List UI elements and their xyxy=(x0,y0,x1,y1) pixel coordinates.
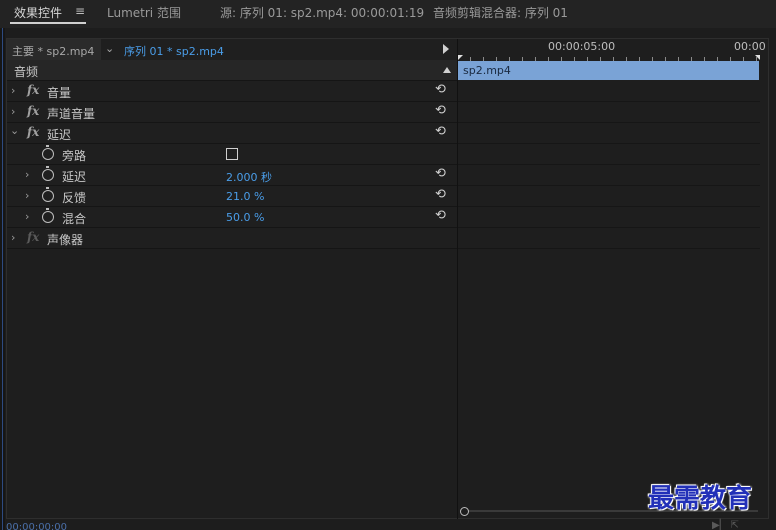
watermark-logo: 最需教育 xyxy=(648,484,753,514)
reset-icon[interactable]: ⟲ xyxy=(435,208,446,223)
timeline-row-divider xyxy=(458,164,760,165)
show-timeline-toggle-icon[interactable] xyxy=(443,44,449,54)
timeline-clip[interactable]: sp2.mp4 xyxy=(458,61,759,80)
param-row-feedback: › 反馈 21.0 % ⟲ xyxy=(7,186,457,207)
chevron-right-icon[interactable]: › xyxy=(11,231,15,244)
param-value[interactable]: 21.0 % xyxy=(226,190,264,203)
collapse-section-icon[interactable] xyxy=(443,67,451,73)
timeline-row-divider xyxy=(458,122,760,123)
param-row-delay: › 延迟 2.000 秒 ⟲ xyxy=(7,165,457,186)
current-timecode[interactable]: 00:00:00:00 xyxy=(6,522,67,530)
master-clip-tab[interactable]: 主要 * sp2.mp4 xyxy=(12,43,94,59)
focus-indicator xyxy=(2,28,3,530)
fx-icon[interactable]: fx xyxy=(27,83,39,97)
chevron-right-icon[interactable]: › xyxy=(25,168,29,181)
param-row-mix: › 混合 50.0 % ⟲ xyxy=(7,207,457,228)
stopwatch-icon[interactable] xyxy=(42,208,54,223)
param-label: 旁路 xyxy=(62,149,87,163)
stopwatch-icon[interactable] xyxy=(42,145,54,160)
param-label: 反馈 xyxy=(62,191,87,205)
timeline-row-divider xyxy=(458,227,760,228)
clip-selector-bar: 主要 * sp2.mp4 ⌄ 序列 01 * sp2.mp4 xyxy=(7,39,457,60)
panel-tab-bar: 效果控件 ≡ Lumetri 范围 源: 序列 01: sp2.mp4: 00:… xyxy=(0,0,776,28)
fx-icon[interactable]: fx xyxy=(27,104,39,118)
fx-icon[interactable]: fx xyxy=(27,125,39,139)
chevron-right-icon[interactable]: › xyxy=(25,189,29,202)
audio-section-header: 音频 xyxy=(7,60,457,81)
ruler-timecode: 00:00 xyxy=(734,40,766,53)
reset-icon[interactable]: ⟲ xyxy=(435,187,446,202)
stopwatch-icon[interactable] xyxy=(42,166,54,181)
tab-source-monitor[interactable]: 源: 序列 01: sp2.mp4: 00:00:01:19 xyxy=(220,4,424,21)
timeline-row-divider xyxy=(458,206,760,207)
bypass-checkbox[interactable] xyxy=(226,148,238,160)
effect-row-delay[interactable]: ⌄ fx 延迟 ⟲ xyxy=(7,123,457,144)
reset-icon[interactable]: ⟲ xyxy=(435,166,446,181)
chevron-right-icon[interactable]: › xyxy=(25,210,29,223)
param-label: 延迟 xyxy=(62,170,87,184)
param-row-bypass: 旁路 xyxy=(7,144,457,165)
reset-icon[interactable]: ⟲ xyxy=(435,124,446,139)
panel-menu-icon[interactable]: ≡ xyxy=(75,4,85,18)
active-tab-underline xyxy=(10,22,86,24)
timeline-row-divider xyxy=(458,143,760,144)
playback-icons[interactable]: ▶▏ ⇱ xyxy=(712,520,739,530)
effect-row-channel-volume[interactable]: › fx 声道音量 ⟲ xyxy=(7,102,457,123)
clip-name: sp2.mp4 xyxy=(463,64,511,77)
effect-label: 声道音量 xyxy=(47,107,96,121)
timeline-row-divider xyxy=(458,101,760,102)
param-label: 混合 xyxy=(62,212,87,226)
chevron-down-icon[interactable]: ⌄ xyxy=(10,124,19,137)
panel-divider[interactable] xyxy=(457,39,458,519)
tab-audio-clip-mixer[interactable]: 音频剪辑混合器: 序列 01 xyxy=(433,4,568,21)
scroll-handle[interactable] xyxy=(460,507,469,516)
fx-icon[interactable]: fx xyxy=(27,230,39,244)
effect-row-panner[interactable]: › fx 声像器 xyxy=(7,228,457,249)
param-value[interactable]: 2.000 秒 xyxy=(226,169,272,185)
reset-icon[interactable]: ⟲ xyxy=(435,82,446,97)
reset-icon[interactable]: ⟲ xyxy=(435,103,446,118)
effect-label: 延迟 xyxy=(47,128,72,142)
chevron-right-icon[interactable]: › xyxy=(11,84,15,97)
chevron-down-icon[interactable]: ⌄ xyxy=(105,42,114,55)
timeline-row-divider xyxy=(458,248,760,249)
timeline-row-divider xyxy=(458,185,760,186)
effect-row-volume[interactable]: › fx 音量 ⟲ xyxy=(7,81,457,102)
effect-label: 音量 xyxy=(47,86,72,100)
tab-lumetri-scopes[interactable]: Lumetri 范围 xyxy=(107,4,181,21)
sequence-clip-label[interactable]: 序列 01 * sp2.mp4 xyxy=(124,43,224,59)
ruler-timecode: 00:00:05:00 xyxy=(548,40,616,53)
chevron-right-icon[interactable]: › xyxy=(11,105,15,118)
effect-label: 声像器 xyxy=(47,233,84,247)
param-value[interactable]: 50.0 % xyxy=(226,211,264,224)
section-label: 音频 xyxy=(14,65,39,79)
tab-effect-controls[interactable]: 效果控件 xyxy=(14,4,62,21)
stopwatch-icon[interactable] xyxy=(42,187,54,202)
